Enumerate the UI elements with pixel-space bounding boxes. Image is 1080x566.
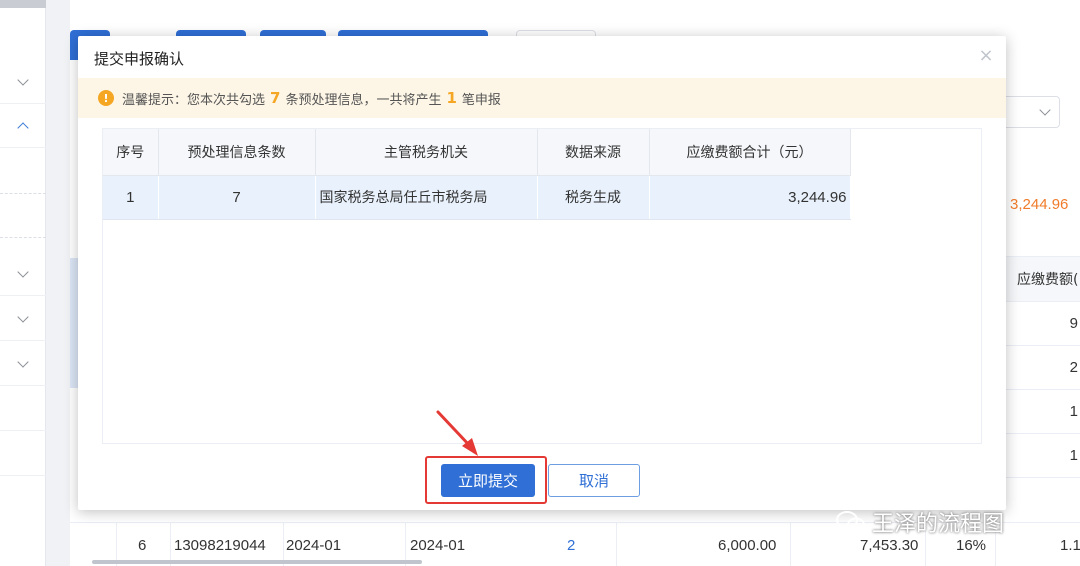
dialog-title: 提交申报确认 [94,50,185,68]
sidebar-group-2[interactable] [0,104,46,148]
row-id: 13098219044 [174,537,266,554]
horizontal-scrollbar[interactable] [92,560,422,564]
chevron-down-icon [17,73,29,86]
bg-cell: 9 [1005,302,1080,346]
bg-table-column: 应缴费额( 9 2 1 1 [1005,256,1080,478]
chevron-down-icon [17,265,29,278]
main-gutter [46,0,70,566]
selected-count: 7 [270,89,281,107]
summary-table: 序号 预处理信息条数 主管税务机关 数据来源 应缴费额合计（元） 1 7 国家税… [103,129,851,220]
notice-prefix: 温馨提示：您本次共勾选 [122,92,266,108]
sidebar-group-5[interactable] [0,342,46,386]
sidebar-group-1[interactable] [0,60,46,104]
watermark-text: 王泽的流程图 [872,512,1005,537]
row-amount-2: 7,453.30 [860,537,919,554]
chevron-down-icon [1039,104,1051,116]
sidebar-top-strip [0,0,46,8]
row-period-start: 2024-01 [286,537,342,554]
row-amount: 6,000.00 [718,537,777,554]
close-icon[interactable]: × [978,47,994,65]
bg-select[interactable] [1000,96,1060,128]
chevron-down-icon [17,355,29,368]
notice-banner: ! 温馨提示：您本次共勾选 7 条预处理信息，一共将产生 1 笔申报 [78,78,1006,118]
bg-cell: 2 [1005,346,1080,390]
bg-row-highlight [70,258,78,388]
row-rate: 16% [956,537,987,554]
row-period-end: 2024-01 [410,537,466,554]
cell-total: 3,244.96 [649,175,851,220]
sidebar-group-4[interactable] [0,297,46,341]
sidebar-group-7[interactable] [0,432,46,476]
sidebar [0,0,46,566]
report-count: 1 [446,89,457,107]
chevron-up-icon [17,121,29,134]
notice-middle: 条预处理信息，一共将产生 [285,92,442,108]
bg-total-amount: 3,244.96 [1010,196,1069,213]
table-row[interactable]: 1 7 国家税务总局任丘市税务局 税务生成 3,244.96 [103,175,851,220]
sidebar-group-6[interactable] [0,387,46,431]
col-count: 预处理信息条数 [158,129,316,176]
cell-source: 税务生成 [537,175,650,220]
notice-suffix: 笔申报 [461,92,501,108]
col-authority: 主管税务机关 [315,129,538,176]
cancel-button[interactable]: 取消 [548,464,640,497]
sidebar-group-3[interactable] [0,252,46,296]
cell-count: 7 [158,175,316,220]
summary-table-container: 序号 预处理信息条数 主管税务机关 数据来源 应缴费额合计（元） 1 7 国家税… [102,128,982,444]
row-detail-link[interactable]: 2 [567,537,575,554]
watermark: 王泽的流程图 [836,506,1004,538]
row-index: 6 [138,537,147,554]
cell-index: 1 [103,175,159,220]
submit-button[interactable]: 立即提交 [441,464,535,497]
col-source: 数据来源 [537,129,650,176]
chevron-down-icon [17,310,29,323]
warning-icon: ! [98,90,114,106]
sidebar-subitem-2[interactable] [0,194,46,238]
col-index: 序号 [103,129,159,176]
bg-cell: 1 [1005,390,1080,434]
submit-confirm-dialog: 提交申报确认 × ! 温馨提示：您本次共勾选 7 条预处理信息，一共将产生 1 … [78,36,1006,510]
row-tail: 1.1 [1060,537,1080,554]
cell-authority: 国家税务总局任丘市税务局 [315,175,538,220]
bg-cell: 1 [1005,434,1080,478]
wechat-icon [836,511,865,533]
bg-column-header: 应缴费额( [1005,256,1080,302]
sidebar-subitem-1[interactable] [0,150,46,194]
col-total: 应缴费额合计（元） [649,129,851,176]
table-header-row: 序号 预处理信息条数 主管税务机关 数据来源 应缴费额合计（元） [103,129,851,176]
